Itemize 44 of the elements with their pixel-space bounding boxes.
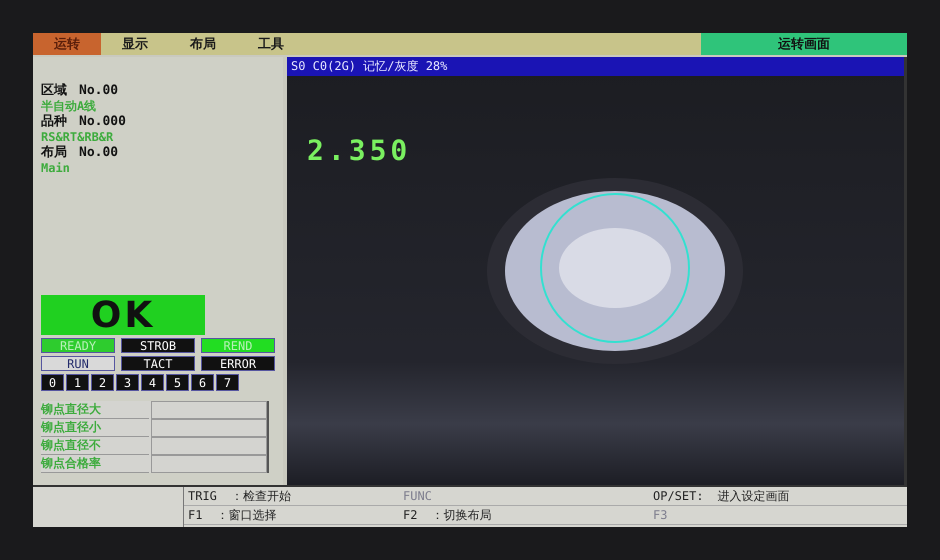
info-label: 品种 <box>41 114 67 130</box>
bit-lamp: 4 <box>141 374 164 391</box>
key-name: F2 <box>403 508 418 522</box>
screen-name-label: 运转画面 <box>701 33 907 55</box>
info-name: RS&RT&RB&R <box>41 130 114 145</box>
signal-lamp: REND <box>201 338 275 353</box>
signal-lamp: STROB <box>121 338 195 353</box>
stat-label: 铆点直径不 <box>41 437 149 455</box>
key-action: ：切换布局 <box>431 506 492 524</box>
info-value: No.000 <box>79 114 126 130</box>
signal-lamp: READY <box>41 338 115 353</box>
signal-lamp: RUN <box>41 356 115 371</box>
signal-lamp: ERROR <box>201 356 275 371</box>
menu-tab[interactable]: 工具 <box>237 33 305 55</box>
bit-lamp: 6 <box>191 374 214 391</box>
info-value: No.00 <box>79 145 118 161</box>
menu-tab[interactable]: 布局 <box>169 33 237 55</box>
key-name: FUNC <box>403 489 432 503</box>
key-name: TRIG <box>188 489 217 503</box>
key-action: ：窗口选择 <box>216 506 276 524</box>
view-header: S0 C0(2G) 记忆/灰度 28% <box>287 57 904 76</box>
key-name: OP/SET: <box>653 489 704 503</box>
signal-lamp: TACT <box>121 356 195 371</box>
bit-lamp: 1 <box>66 374 89 391</box>
info-name: Main <box>41 161 71 176</box>
info-name: 半自动A线 <box>41 99 98 114</box>
result-indicator: OK <box>41 295 205 335</box>
info-label: 区域 <box>41 83 67 99</box>
bit-lamp: 0 <box>41 374 64 391</box>
bit-lamp: 2 <box>91 374 114 391</box>
info-value: No.00 <box>79 83 118 99</box>
menu-tab[interactable]: 显示 <box>101 33 169 55</box>
key-name: F3 <box>653 508 668 522</box>
stat-label: 铆点合格率 <box>41 455 149 473</box>
stat-label: 铆点直径大 <box>41 401 149 419</box>
stat-label: 铆点直径小 <box>41 419 149 437</box>
bit-lamp: 7 <box>216 374 239 391</box>
bit-lamp: 3 <box>116 374 139 391</box>
bit-lamp: 5 <box>166 374 189 391</box>
key-action: 进入设定画面 <box>718 488 790 504</box>
measurement-reading: 2.350 <box>307 134 412 167</box>
info-label: 布局 <box>41 145 67 161</box>
key-name: F1 <box>188 508 202 522</box>
key-action: ：检查开始 <box>230 488 291 504</box>
